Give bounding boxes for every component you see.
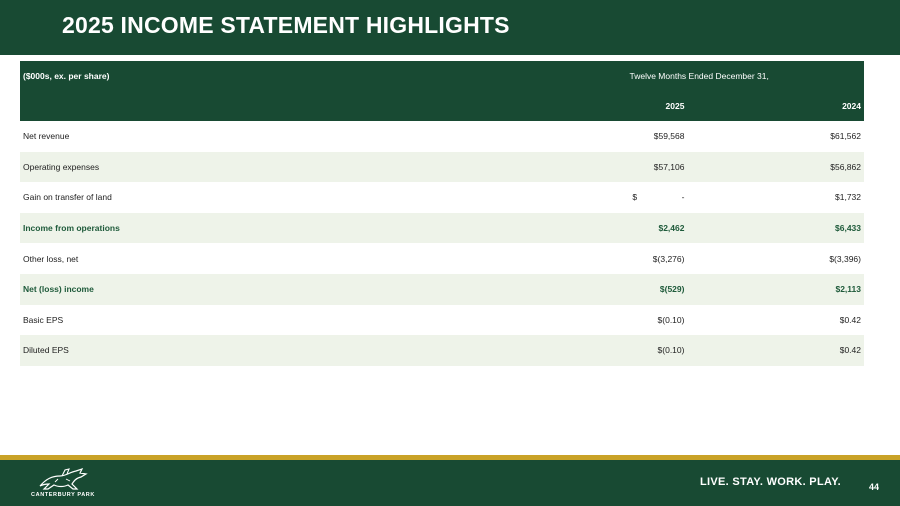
value-2024: $0.42 — [687, 335, 864, 366]
value-2025: $57,106 — [534, 151, 688, 183]
col-header-2025: 2025 — [534, 91, 688, 121]
value-2024: $2,113 — [687, 273, 864, 305]
table-row-operating-expenses: Operating expenses $57,106 $56,862 — [20, 151, 864, 183]
value-2024: $6,433 — [687, 212, 864, 244]
title-bar: 2025 INCOME STATEMENT HIGHLIGHTS — [0, 0, 900, 55]
row-label: Diluted EPS — [20, 335, 535, 366]
value-2024: $61,562 — [830, 131, 861, 142]
dash-value: - — [681, 192, 685, 203]
value-2025: $(0.10) — [657, 314, 685, 325]
table-row-basic-eps: Basic EPS $(0.10) $0.42 — [20, 305, 864, 336]
table-year-row: 2025 2024 — [20, 91, 864, 121]
page-number: 44 — [869, 482, 880, 492]
units-label: ($000s, ex. per share) — [20, 61, 535, 91]
row-label: Other loss, net — [23, 253, 79, 264]
value-2024: $0.42 — [839, 314, 861, 325]
row-label: Net revenue — [23, 131, 70, 142]
table-row-other-loss: Other loss, net $(3,276) $(3,396) — [20, 243, 864, 274]
table-header-row: ($000s, ex. per share) Twelve Months End… — [20, 61, 864, 91]
value-2024: $(3,396) — [829, 253, 861, 264]
page-title: 2025 INCOME STATEMENT HIGHLIGHTS — [62, 12, 510, 38]
value-2025: $2,462 — [534, 212, 688, 244]
tagline: LIVE. STAY. WORK. PLAY. — [700, 476, 841, 488]
value-2025: $(0.10) — [534, 335, 688, 366]
value-2024: $56,862 — [687, 151, 864, 183]
row-label: Net (loss) income — [20, 273, 535, 305]
row-label: Operating expenses — [20, 151, 535, 183]
row-label: Basic EPS — [23, 314, 64, 325]
currency-symbol: $ — [632, 192, 638, 203]
col-header-2024: 2024 — [687, 91, 864, 121]
table-row-gain-on-land: Gain on transfer of land $ - $1,732 — [20, 182, 864, 213]
table-row-net-income: Net (loss) income $(529) $2,113 — [20, 273, 864, 305]
value-2025: $(3,276) — [652, 253, 685, 264]
value-2025: $(529) — [534, 273, 688, 305]
value-2024: $1,732 — [835, 192, 861, 203]
value-2025: $ - — [534, 182, 687, 213]
income-statement-table: ($000s, ex. per share) Twelve Months End… — [20, 61, 864, 366]
table-row-net-revenue: Net revenue $59,568 $61,562 — [20, 121, 864, 152]
logo-text: CANTERBURY PARK — [31, 492, 95, 498]
table-row-income-from-operations: Income from operations $2,462 $6,433 — [20, 212, 864, 244]
year-row-spacer — [20, 91, 535, 121]
table-row-diluted-eps: Diluted EPS $(0.10) $0.42 — [20, 335, 864, 366]
row-label: Income from operations — [20, 212, 535, 244]
row-label: Gain on transfer of land — [23, 192, 112, 203]
footer-bar: CANTERBURY PARK LIVE. STAY. WORK. PLAY. … — [0, 460, 900, 506]
value-2025: $59,568 — [653, 131, 685, 142]
horse-and-jockey-icon — [39, 467, 88, 490]
period-label: Twelve Months Ended December 31, — [534, 61, 864, 91]
canterbury-park-logo: CANTERBURY PARK — [28, 466, 98, 502]
